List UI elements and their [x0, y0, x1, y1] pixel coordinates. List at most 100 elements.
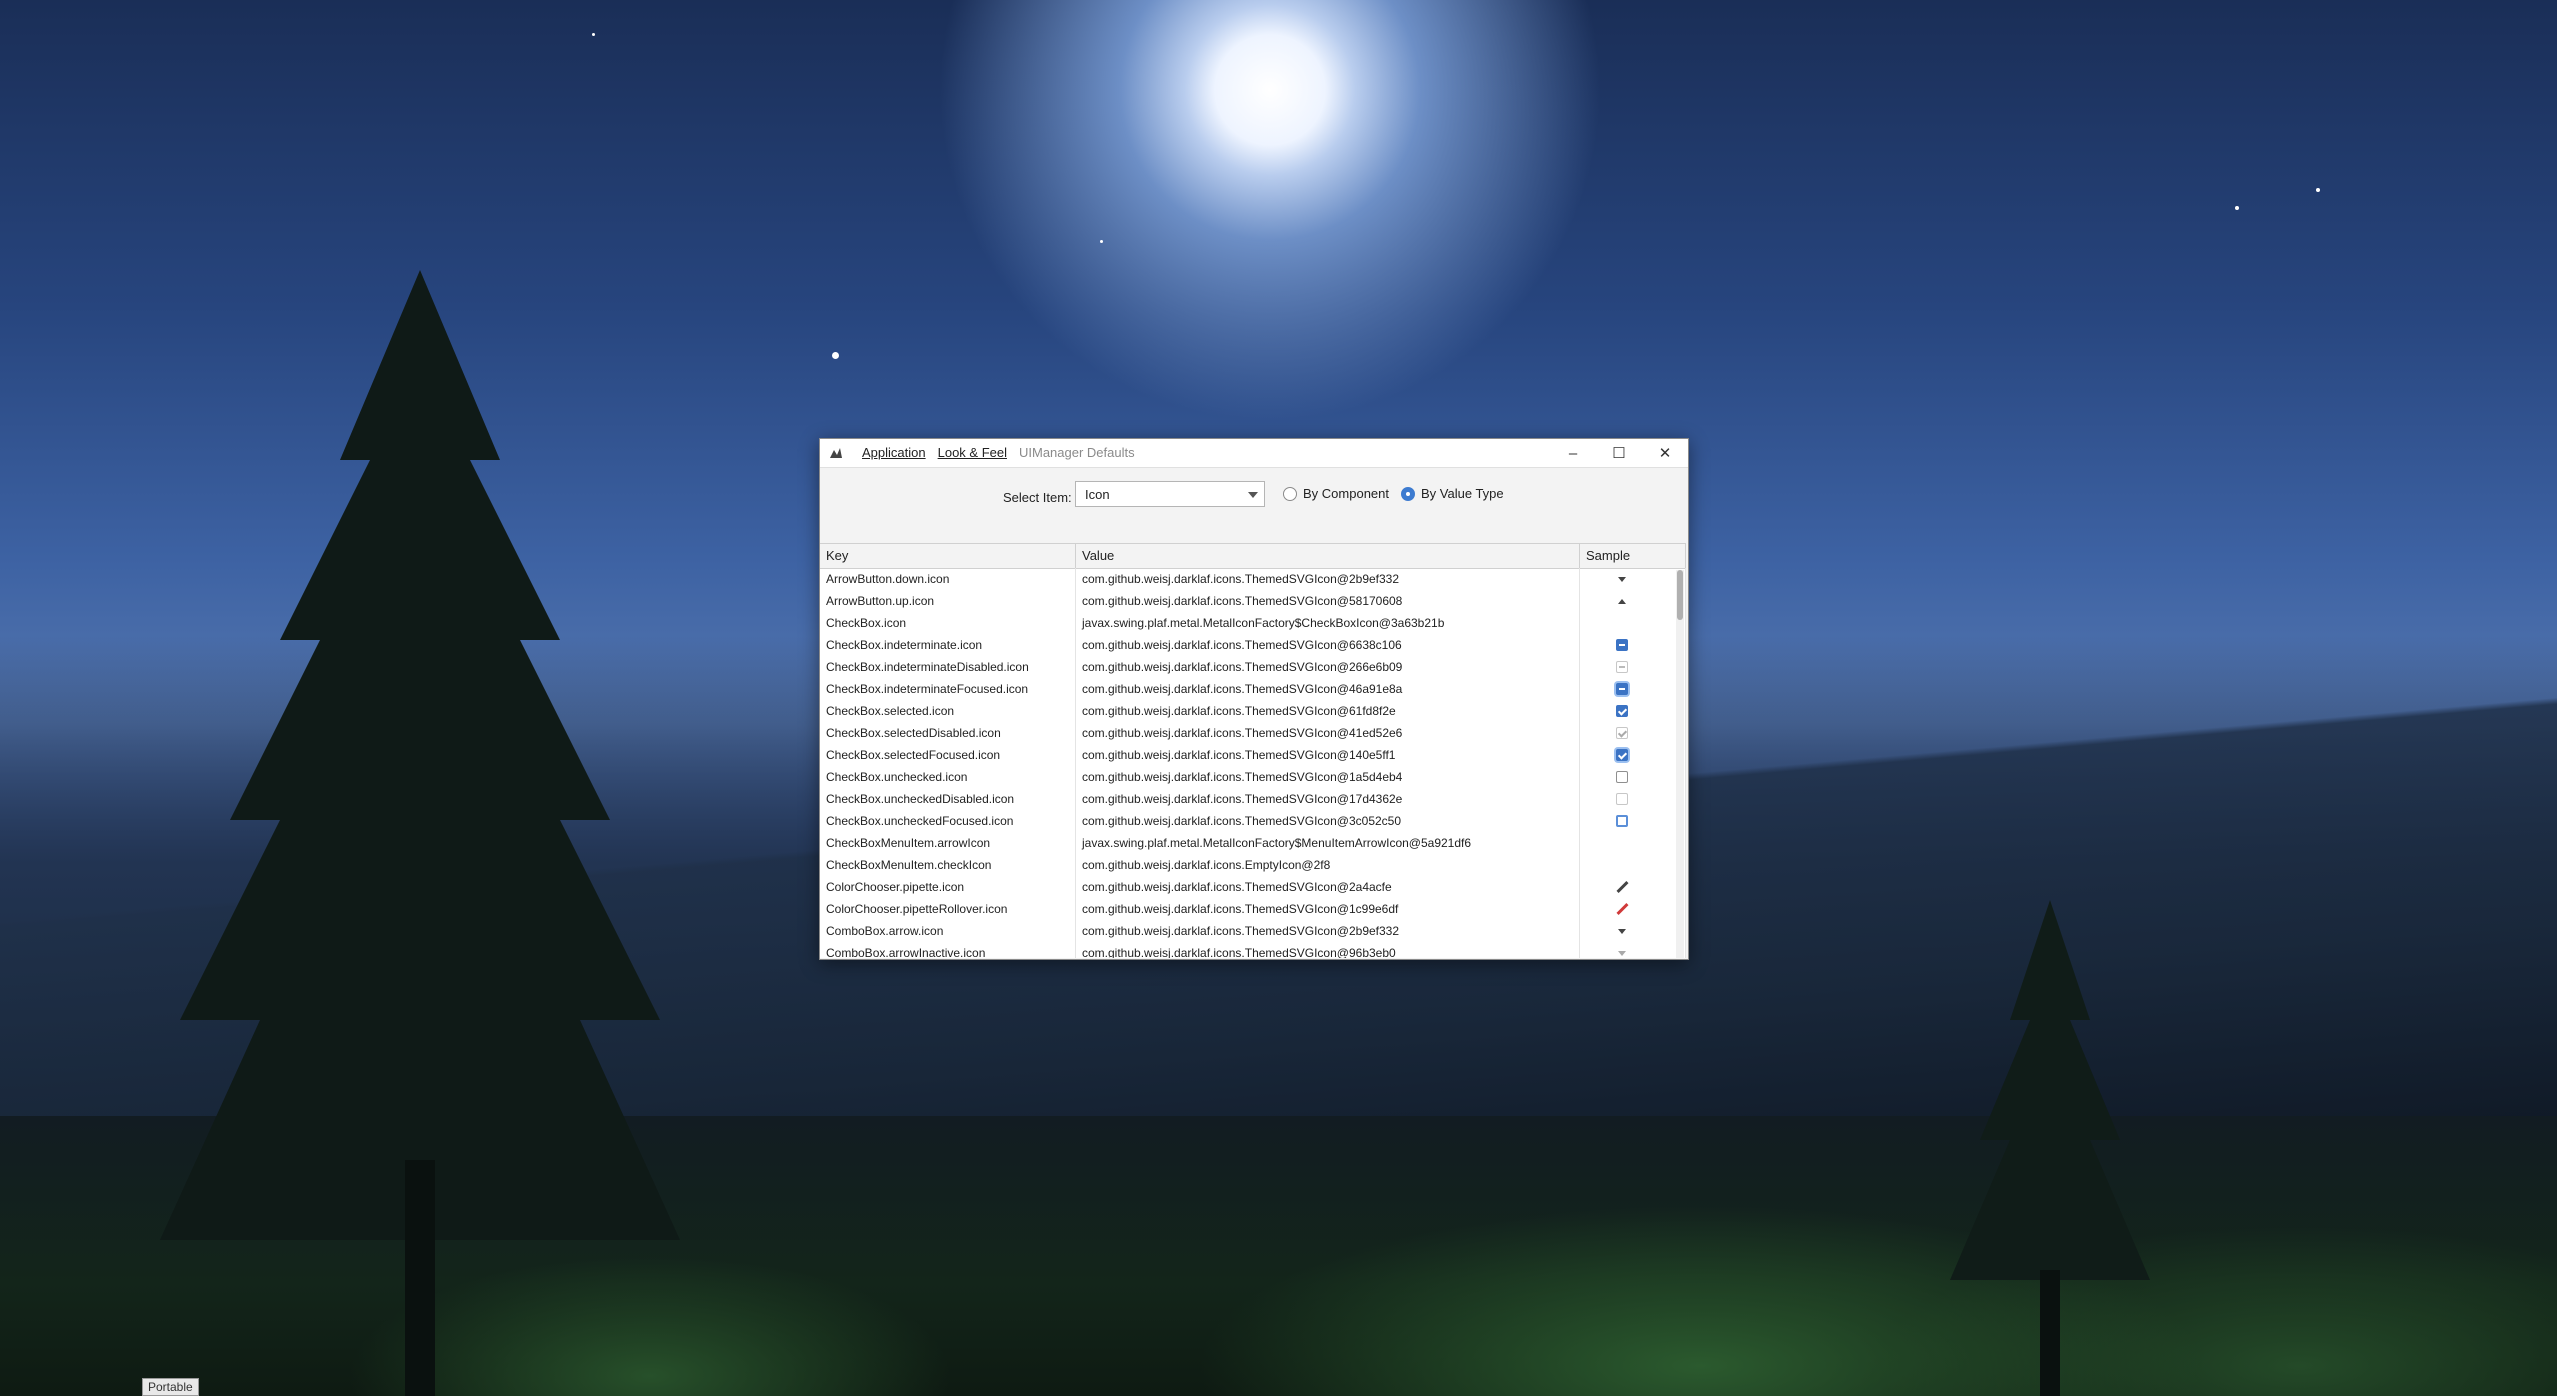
cell-value[interactable]: com.github.weisj.darklaf.icons.ThemedSVG…: [1076, 920, 1580, 942]
table-row[interactable]: CheckBox.indeterminateDisabled.icon com.g…: [820, 656, 1686, 678]
cell-key[interactable]: CheckBoxMenuItem.arrowIcon: [820, 832, 1076, 854]
cell-key[interactable]: ArrowButton.down.icon: [820, 568, 1076, 590]
star: [1100, 240, 1103, 243]
header-sample[interactable]: Sample: [1580, 544, 1686, 568]
cell-value[interactable]: com.github.weisj.darklaf.icons.ThemedSVG…: [1076, 942, 1580, 958]
cell-key[interactable]: CheckBox.indeterminate.icon: [820, 634, 1076, 656]
table-row[interactable]: CheckBox.indeterminateFocused.icon com.gi…: [820, 678, 1686, 700]
cell-value[interactable]: com.github.weisj.darklaf.icons.ThemedSVG…: [1076, 590, 1580, 612]
close-button[interactable]: ✕: [1642, 439, 1688, 467]
menu-application[interactable]: Application: [862, 445, 926, 460]
radio-button-selected-icon: [1401, 486, 1415, 501]
cell-key[interactable]: CheckBox.selectedDisabled.icon: [820, 722, 1076, 744]
table-row[interactable]: ArrowButton.up.icon com.github.weisj.dark…: [820, 590, 1686, 612]
cell-sample[interactable]: [1580, 832, 1686, 854]
table-row[interactable]: CheckBox.uncheckedFocused.icon com.github…: [820, 810, 1686, 832]
cell-sample[interactable]: [1580, 678, 1686, 700]
minimize-button[interactable]: –: [1550, 439, 1596, 467]
select-item-combobox[interactable]: Icon: [1075, 481, 1265, 507]
cell-value[interactable]: com.github.weisj.darklaf.icons.ThemedSVG…: [1076, 898, 1580, 920]
table-row[interactable]: CheckBox.selectedFocused.icon com.github.…: [820, 744, 1686, 766]
cell-sample[interactable]: [1580, 854, 1686, 876]
cell-value[interactable]: javax.swing.plaf.metal.MetalIconFactory$…: [1076, 612, 1580, 634]
cell-key[interactable]: ArrowButton.up.icon: [820, 590, 1076, 612]
checkbox-indeterminate-icon: [1615, 639, 1628, 651]
cell-key[interactable]: CheckBox.selected.icon: [820, 700, 1076, 722]
cell-key[interactable]: CheckBox.icon: [820, 612, 1076, 634]
cell-sample[interactable]: [1580, 810, 1686, 832]
table-row[interactable]: ColorChooser.pipette.icon com.github.weis…: [820, 876, 1686, 898]
select-item-value: Icon: [1085, 487, 1110, 502]
cell-value[interactable]: com.github.weisj.darklaf.icons.ThemedSVG…: [1076, 568, 1580, 590]
cell-key[interactable]: CheckBox.indeterminateFocused.icon: [820, 678, 1076, 700]
cell-value[interactable]: com.github.weisj.darklaf.icons.ThemedSVG…: [1076, 810, 1580, 832]
table-row[interactable]: CheckBoxMenuItem.arrowIcon javax.swing.pl…: [820, 832, 1686, 854]
cell-key[interactable]: ColorChooser.pipetteRollover.icon: [820, 898, 1076, 920]
vertical-scrollbar[interactable]: [1676, 570, 1684, 958]
table-row[interactable]: CheckBox.icon javax.swing.plaf.metal.Meta…: [820, 612, 1686, 634]
header-key[interactable]: Key: [820, 544, 1076, 568]
table-row[interactable]: ArrowButton.down.icon com.github.weisj.da…: [820, 568, 1686, 590]
cell-key[interactable]: CheckBox.indeterminateDisabled.icon: [820, 656, 1076, 678]
cell-value[interactable]: com.github.weisj.darklaf.icons.ThemedSVG…: [1076, 634, 1580, 656]
scrollbar-thumb[interactable]: [1677, 570, 1683, 620]
cell-key[interactable]: CheckBox.uncheckedFocused.icon: [820, 810, 1076, 832]
menu-look-and-feel[interactable]: Look & Feel: [938, 445, 1007, 460]
uimanager-defaults-window: Application Look & Feel UIManager Defaul…: [819, 438, 1689, 960]
cell-key[interactable]: CheckBox.uncheckedDisabled.icon: [820, 788, 1076, 810]
cell-key[interactable]: CheckBoxMenuItem.checkIcon: [820, 854, 1076, 876]
checkbox-selected-icon: [1615, 705, 1628, 717]
cell-sample[interactable]: [1580, 590, 1686, 612]
cell-key[interactable]: ComboBox.arrowInactive.icon: [820, 942, 1076, 958]
window-controls: – ☐ ✕: [1550, 439, 1688, 467]
cell-sample[interactable]: [1580, 568, 1686, 590]
cell-key[interactable]: CheckBox.unchecked.icon: [820, 766, 1076, 788]
table-row[interactable]: ColorChooser.pipetteRollover.icon com.git…: [820, 898, 1686, 920]
cell-value[interactable]: com.github.weisj.darklaf.icons.ThemedSVG…: [1076, 678, 1580, 700]
cell-value[interactable]: com.github.weisj.darklaf.icons.ThemedSVG…: [1076, 788, 1580, 810]
taskbar-label[interactable]: Portable: [142, 1378, 199, 1396]
table-row[interactable]: CheckBoxMenuItem.checkIcon com.github.wei…: [820, 854, 1686, 876]
header-value[interactable]: Value: [1076, 544, 1580, 568]
cell-sample[interactable]: [1580, 612, 1686, 634]
table-row[interactable]: ComboBox.arrowInactive.icon com.github.we…: [820, 942, 1686, 958]
cell-key[interactable]: ColorChooser.pipette.icon: [820, 876, 1076, 898]
cell-sample[interactable]: [1580, 722, 1686, 744]
cell-value[interactable]: com.github.weisj.darklaf.icons.ThemedSVG…: [1076, 700, 1580, 722]
cell-key[interactable]: CheckBox.selectedFocused.icon: [820, 744, 1076, 766]
cell-sample[interactable]: [1580, 656, 1686, 678]
cell-value[interactable]: com.github.weisj.darklaf.icons.ThemedSVG…: [1076, 876, 1580, 898]
table-row[interactable]: CheckBox.uncheckedDisabled.icon com.githu…: [820, 788, 1686, 810]
cell-sample[interactable]: [1580, 788, 1686, 810]
cell-sample[interactable]: [1580, 744, 1686, 766]
cell-value[interactable]: javax.swing.plaf.metal.MetalIconFactory$…: [1076, 832, 1580, 854]
cell-sample[interactable]: [1580, 876, 1686, 898]
combo-arrow-icon: [1617, 928, 1626, 934]
cell-value[interactable]: com.github.weisj.darklaf.icons.ThemedSVG…: [1076, 766, 1580, 788]
radio-by-component[interactable]: By Component: [1283, 486, 1389, 501]
table-header: Key Value Sample: [820, 544, 1686, 569]
window-title: UIManager Defaults: [1018, 445, 1135, 460]
cell-value[interactable]: com.github.weisj.darklaf.icons.ThemedSVG…: [1076, 722, 1580, 744]
table-row[interactable]: ComboBox.arrow.icon com.github.weisj.dark…: [820, 920, 1686, 942]
radio-by-value-type[interactable]: By Value Type: [1401, 486, 1504, 501]
cell-key[interactable]: ComboBox.arrow.icon: [820, 920, 1076, 942]
checkbox-unchecked-focused-icon: [1615, 815, 1628, 827]
cell-sample[interactable]: [1580, 942, 1686, 958]
table-row[interactable]: CheckBox.unchecked.icon com.github.weisj.…: [820, 766, 1686, 788]
cell-sample[interactable]: [1580, 634, 1686, 656]
cell-sample[interactable]: [1580, 920, 1686, 942]
cell-value[interactable]: com.github.weisj.darklaf.icons.EmptyIcon…: [1076, 854, 1580, 876]
maximize-button[interactable]: ☐: [1596, 439, 1642, 467]
cell-sample[interactable]: [1580, 898, 1686, 920]
checkbox-unchecked-disabled-icon: [1615, 793, 1628, 805]
table-row[interactable]: CheckBox.selected.icon com.github.weisj.d…: [820, 700, 1686, 722]
checkbox-selected-disabled-icon: [1615, 727, 1628, 739]
cell-value[interactable]: com.github.weisj.darklaf.icons.ThemedSVG…: [1076, 744, 1580, 766]
cell-sample[interactable]: [1580, 700, 1686, 722]
table-row[interactable]: CheckBox.selectedDisabled.icon com.github…: [820, 722, 1686, 744]
table-row[interactable]: CheckBox.indeterminate.icon com.github.we…: [820, 634, 1686, 656]
cell-sample[interactable]: [1580, 766, 1686, 788]
star: [832, 352, 839, 359]
cell-value[interactable]: com.github.weisj.darklaf.icons.ThemedSVG…: [1076, 656, 1580, 678]
